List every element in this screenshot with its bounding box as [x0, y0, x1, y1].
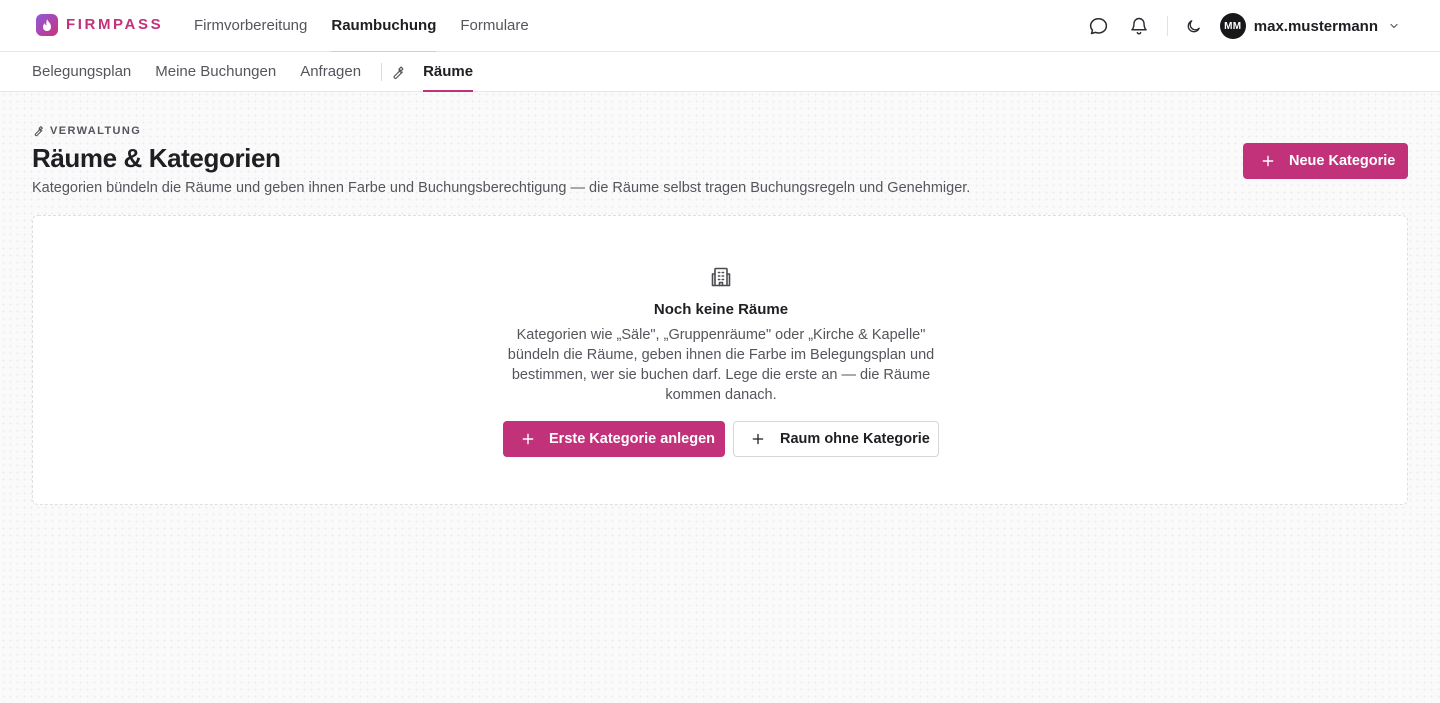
brand-logo[interactable]: FIRMPASS — [36, 14, 163, 36]
brand-name: FIRMPASS — [66, 16, 164, 33]
plus-icon — [1261, 154, 1275, 168]
room-without-category-label: Raum ohne Kategorie — [780, 431, 930, 447]
plus-icon — [521, 432, 535, 446]
nav-raumbuchung[interactable]: Raumbuchung — [331, 0, 437, 53]
create-first-category-button[interactable]: Erste Kategorie anlegen — [503, 421, 725, 457]
empty-state-title: Noch keine Räume — [653, 301, 789, 318]
page-subtitle: Kategorien bündeln die Räume und geben i… — [32, 180, 971, 196]
new-category-button[interactable]: Neue Kategorie — [1243, 143, 1408, 179]
plus-icon — [751, 432, 765, 446]
create-first-category-label: Erste Kategorie anlegen — [549, 431, 715, 447]
chat-icon[interactable] — [1087, 14, 1111, 38]
empty-state-text: Kategorien wie „Säle", „Gruppenräume" od… — [507, 327, 935, 403]
room-without-category-button[interactable]: Raum ohne Kategorie — [733, 421, 939, 457]
avatar: MM — [1219, 13, 1246, 39]
moon-icon[interactable] — [1182, 14, 1206, 38]
top-bar: FIRMPASS Firmvorbereitung Raumbuchung Fo… — [0, 0, 1440, 53]
wrench-icon — [390, 65, 405, 80]
chevron-down-icon — [1388, 20, 1400, 32]
page-title: Räume & Kategorien — [32, 143, 281, 173]
wrench-icon — [34, 126, 43, 137]
user-menu[interactable]: MM max.mustermann — [1206, 13, 1400, 39]
empty-state-card: Noch keine Räume Kategorien wie „Säle", … — [32, 215, 1408, 505]
new-category-label: Neue Kategorie — [1289, 153, 1396, 169]
sub-nav: Belegungsplan Meine Buchungen Anfragen R… — [0, 52, 1440, 92]
divider — [1166, 16, 1168, 36]
flame-icon — [36, 14, 58, 36]
bell-icon[interactable] — [1127, 14, 1151, 38]
tab-anfragen[interactable]: Anfragen — [300, 52, 361, 92]
username: max.mustermann — [1253, 17, 1378, 35]
building-icon — [709, 265, 733, 289]
tab-belegungsplan[interactable]: Belegungsplan — [32, 52, 131, 92]
divider — [381, 63, 383, 81]
top-right-actions: MM max.mustermann — [1087, 0, 1400, 52]
main-nav: Firmvorbereitung Raumbuchung Formulare — [194, 0, 553, 53]
section-eyebrow: VERWALTUNG — [32, 125, 141, 137]
nav-formulare[interactable]: Formulare — [460, 0, 528, 52]
eyebrow-label: VERWALTUNG — [50, 125, 142, 137]
tab-meine-buchungen[interactable]: Meine Buchungen — [155, 52, 276, 92]
tab-raeume[interactable]: Räume — [423, 52, 474, 92]
nav-firmvorbereitung[interactable]: Firmvorbereitung — [194, 0, 307, 52]
